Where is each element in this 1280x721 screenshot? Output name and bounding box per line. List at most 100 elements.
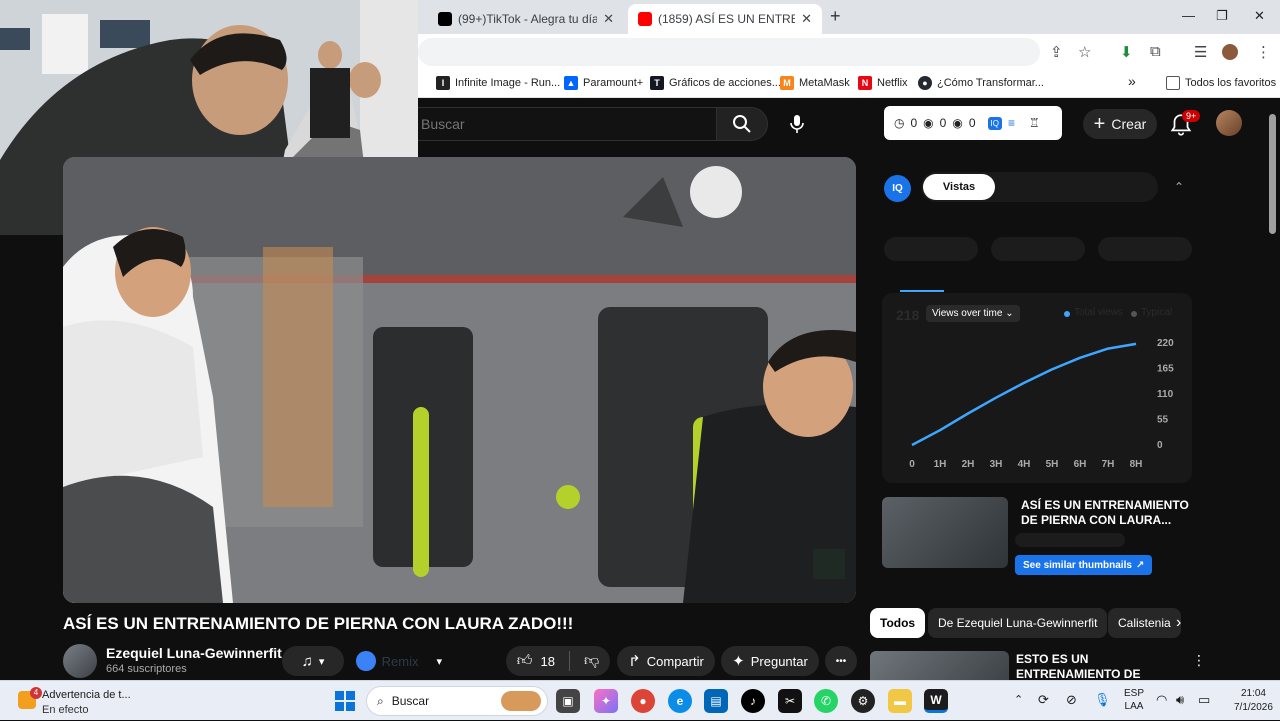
thumbnail-image[interactable] — [882, 497, 1008, 568]
bookmark-label: Infinite Image - Run... — [455, 77, 560, 89]
file-explorer-icon[interactable]: ▬ — [888, 689, 912, 713]
clock-date: 7/1/2026 — [1234, 701, 1266, 715]
chip-channel[interactable]: De Ezequiel Luna-Gewinnerfit — [928, 608, 1107, 638]
profile-avatar[interactable] — [1222, 44, 1238, 60]
system-clock[interactable]: 21:04 7/1/2026 — [1234, 687, 1266, 715]
whatsapp-icon[interactable]: ✆ — [814, 689, 838, 713]
chevron-down-icon: ▾ — [436, 655, 442, 668]
channel-name[interactable]: Ezequiel Luna-Gewinnerfit — [106, 645, 282, 661]
wave-app-icon[interactable]: W — [924, 689, 948, 713]
more-vert-icon[interactable]: ⋮ — [1192, 652, 1206, 669]
tab-vistas[interactable]: Vistas — [923, 174, 995, 200]
bookmark-star-icon[interactable]: ☆ — [1078, 43, 1091, 61]
trophy-icon[interactable]: ♖ — [1029, 116, 1040, 130]
language-indicator[interactable]: ESP LAA — [1124, 687, 1144, 713]
copilot-icon[interactable]: ✦ — [594, 689, 618, 713]
bookmarks-overflow[interactable]: » — [1128, 73, 1136, 89]
recommended-thumbnail[interactable] — [870, 651, 1009, 681]
x-tick-label: 4H — [1018, 459, 1031, 470]
channel-avatar[interactable] — [63, 644, 97, 678]
account-avatar[interactable] — [1216, 110, 1242, 136]
all-bookmarks[interactable]: Todos los favoritos — [1166, 76, 1276, 90]
store-icon[interactable]: ▤ — [704, 689, 728, 713]
more-actions-button[interactable]: ••• — [825, 646, 857, 676]
scroll-thumb[interactable] — [1269, 114, 1276, 234]
sync-icon[interactable]: ⟳ — [1038, 692, 1049, 708]
taskbar-notification[interactable]: 4 Advertencia de t... En efecto — [18, 687, 158, 717]
netflix-icon: N — [858, 76, 872, 90]
search-input[interactable] — [400, 107, 716, 141]
chrome-icon[interactable]: ● — [631, 689, 655, 713]
arrow-up-right-icon: ↗ — [1136, 560, 1144, 571]
like-button[interactable]: 👍︎ 18 — [517, 652, 555, 670]
windows-taskbar: 4 Advertencia de t... En efecto ⌕ Buscar… — [0, 680, 1280, 720]
page-scrollbar[interactable] — [1266, 100, 1280, 680]
chevron-right-icon[interactable]: › — [1176, 614, 1181, 632]
tab-placeholder[interactable] — [1079, 174, 1151, 200]
views-over-time-dropdown[interactable]: Views over time ⌄ — [926, 305, 1020, 322]
language-code: ESP — [1124, 687, 1144, 700]
legend-total: Total views — [1074, 307, 1123, 318]
extension-stat: 0 — [910, 116, 917, 130]
share-label: Compartir — [647, 654, 704, 669]
recommended-video[interactable]: ESTO ES UN ENTRENAMIENTO DE PECHO CON LU… — [870, 650, 1204, 680]
search-button[interactable] — [716, 107, 768, 141]
remix-button[interactable]: Remix ▾ — [350, 646, 442, 676]
dropdown-label: Views over time — [932, 308, 1002, 319]
chip-calistenia[interactable]: Calistenia — [1108, 608, 1181, 638]
bookmark-metamask[interactable]: M MetaMask — [780, 76, 850, 90]
bookmark-github[interactable]: ● ¿Cómo Transformar... — [918, 76, 1044, 90]
tiktok-app-icon[interactable]: ♪ — [741, 689, 765, 713]
chevron-down-icon: ▾ — [319, 655, 325, 668]
download-icon[interactable]: ⬇ — [1120, 43, 1133, 61]
bookmark-infinite-image[interactable]: I Infinite Image - Run... — [436, 76, 560, 90]
close-tab-icon[interactable]: ✕ — [801, 11, 812, 27]
reading-list-icon[interactable]: ☰ — [1194, 43, 1207, 61]
show-hidden-icons[interactable]: ⌃ — [1014, 693, 1023, 706]
thumbs-down-icon[interactable]: 👎︎ — [584, 652, 599, 670]
extension-widget[interactable]: ◷ 0 ◉ 0 ◉ 0 IQ ≡ ♖ — [884, 106, 1062, 140]
chip-todos[interactable]: Todos — [870, 608, 925, 638]
voice-search-button[interactable] — [780, 107, 814, 141]
network-off-icon[interactable]: ⊘ — [1066, 692, 1077, 708]
new-tab-button[interactable]: + — [830, 6, 841, 27]
bookmark-paramount[interactable]: ▲ Paramount+ — [564, 76, 643, 90]
browser-menu-icon[interactable]: ⋮ — [1256, 43, 1271, 61]
edge-icon[interactable]: e — [668, 689, 692, 713]
create-button[interactable]: + Crear — [1083, 109, 1157, 139]
close-window-icon[interactable]: ✕ — [1254, 8, 1265, 24]
extensions-icon[interactable]: ⧉ — [1150, 43, 1161, 60]
battery-icon[interactable]: ▭ — [1198, 692, 1210, 708]
windows-start-icon[interactable] — [334, 690, 356, 712]
tab-tiktok[interactable]: (99+)TikTok - Alegra tu día ✕ — [428, 4, 624, 34]
tiktok-icon — [438, 12, 452, 26]
y-tick-label: 55 — [1157, 415, 1169, 426]
subscription-bell-button[interactable]: ♫ ▾ — [282, 646, 344, 676]
address-bar[interactable] — [418, 38, 1040, 66]
share-button[interactable]: ↱ Compartir — [617, 646, 715, 676]
install-app-icon[interactable]: ⇪ — [1050, 43, 1063, 61]
bookmark-netflix[interactable]: N Netflix — [858, 76, 908, 90]
restore-icon[interactable]: ❐ — [1216, 8, 1228, 24]
stat-skeleton — [1098, 237, 1192, 261]
tab-placeholder[interactable] — [1001, 174, 1073, 200]
close-tab-icon[interactable]: ✕ — [603, 11, 614, 27]
bookmark-tradingview[interactable]: T Gráficos de acciones... — [650, 76, 781, 90]
wifi-icon[interactable]: ◠ — [1156, 692, 1167, 708]
chatgpt-icon[interactable]: ⚙ — [851, 689, 875, 713]
task-view-icon[interactable]: ▣ — [556, 689, 580, 713]
mic-icon[interactable]: 🎙︎ — [1094, 692, 1111, 708]
see-similar-button[interactable]: See similar thumbnails ↗ — [1015, 555, 1152, 575]
capcut-icon[interactable]: ✂ — [778, 689, 802, 713]
volume-icon[interactable]: 🔊︎ — [1176, 692, 1184, 708]
video-player[interactable] — [63, 157, 856, 603]
iq-icon[interactable]: IQ — [988, 117, 1002, 130]
tab-youtube[interactable]: (1859) ASÍ ES UN ENTRENAMIENTO ✕ — [628, 4, 822, 34]
taskbar-search[interactable]: ⌕ Buscar — [366, 686, 548, 716]
minimize-icon[interactable]: — — [1182, 8, 1195, 23]
list-icon[interactable]: ≡ — [1008, 116, 1015, 130]
collapse-chevron-icon[interactable]: ⌃ — [1174, 180, 1184, 194]
y-tick-label: 220 — [1157, 338, 1174, 349]
ask-button[interactable]: ✦ Preguntar — [721, 646, 819, 676]
tab-label: (99+)TikTok - Alegra tu día — [458, 12, 597, 26]
